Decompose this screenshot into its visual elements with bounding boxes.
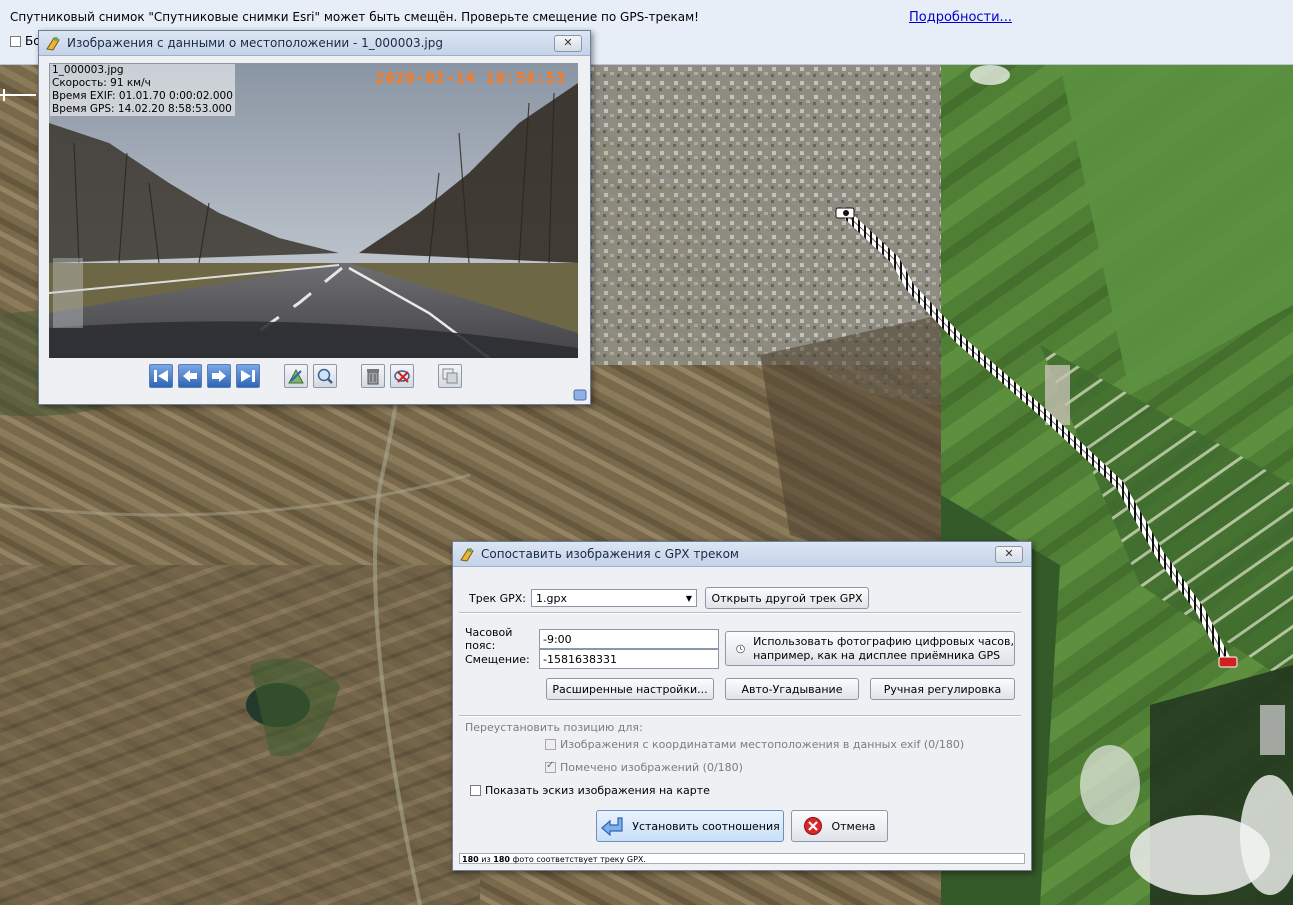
dashcam-timestamp: 2020-02-14 10:58:53 <box>375 69 566 87</box>
arrow-left-icon <box>183 370 197 382</box>
dialog-close-button[interactable]: ✕ <box>995 546 1023 563</box>
notice-dont-show-checkbox[interactable]: Бо <box>10 34 41 48</box>
apply-correlation-button[interactable]: Установить соотношения <box>596 810 784 842</box>
info-filename: 1_000003.jpg <box>52 64 124 76</box>
dialog-title: Сопоставить изображения с GPX треком <box>481 547 739 561</box>
notice-message: Спутниковый снимок "Спутниковые снимки E… <box>10 10 699 24</box>
collapse-button[interactable] <box>438 364 462 388</box>
details-link[interactable]: Подробности... <box>909 10 1012 25</box>
info-gps-time: Время GPS: 14.02.20 8:58:53.000 <box>52 103 232 115</box>
dialog-titlebar[interactable]: Сопоставить изображения с GPX треком ✕ <box>453 542 1031 567</box>
geotagged-image-window[interactable]: Изображения с данными о местоположении -… <box>38 30 591 405</box>
info-speed: Скорость: 91 км/ч <box>52 77 151 89</box>
viewer-close-button[interactable]: ✕ <box>554 35 582 52</box>
status-matched-count: 180 <box>462 855 479 864</box>
cancel-button[interactable]: Отмена <box>791 810 888 842</box>
status-total-count: 180 <box>493 855 510 864</box>
dashcam-photo: 1_000003.jpg Скорость: 91 км/ч Время EXI… <box>49 63 578 358</box>
checkbox-box[interactable] <box>10 35 21 47</box>
advanced-settings-button[interactable]: Расширенные настройки... <box>546 678 714 700</box>
offset-label: Смещение: <box>465 652 530 666</box>
josm-app-icon <box>46 37 60 51</box>
exif-coords-checkbox[interactable] <box>545 739 556 750</box>
gpx-track-label: Трек GPX: <box>469 591 527 605</box>
gpx-track-combo[interactable]: 1.gpx ▼ <box>531 589 697 607</box>
last-image-button[interactable] <box>236 364 260 388</box>
tagged-images-checkbox[interactable] <box>545 760 556 773</box>
first-image-button[interactable] <box>149 364 173 388</box>
resize-grip-icon[interactable] <box>573 387 587 401</box>
josm-app-icon <box>460 548 474 562</box>
status-separator: из <box>478 855 494 864</box>
viewer-titlebar[interactable]: Изображения с данными о местоположении -… <box>39 31 590 56</box>
remove-from-layer-button[interactable] <box>390 364 414 388</box>
first-icon <box>154 370 168 382</box>
tagged-images-label: Помечено изображений (0/180) <box>560 761 743 774</box>
status-bar: 180 из 180 фото соответствует треку GPX. <box>459 853 1025 864</box>
reposition-label: Переустановить позицию для: <box>465 721 643 734</box>
show-thumbnail-checkbox[interactable] <box>470 785 481 796</box>
exif-coords-label: Изображения с координатами местоположени… <box>560 738 965 751</box>
info-exif-time: Время EXIF: 01.01.70 0:00:02.000 <box>52 90 233 102</box>
previous-image-button[interactable] <box>178 364 202 388</box>
track-end-marker <box>1218 656 1238 668</box>
chevron-down-icon: ▼ <box>685 593 692 603</box>
next-image-button[interactable] <box>207 364 231 388</box>
magnifier-icon <box>317 368 333 384</box>
center-map-icon <box>288 368 304 384</box>
correlate-gpx-dialog[interactable]: Сопоставить изображения с GPX треком ✕ Т… <box>452 541 1032 871</box>
open-other-gpx-button[interactable]: Открыть другой трек GPX <box>705 587 869 609</box>
delete-image-button[interactable] <box>361 364 385 388</box>
clock-icon <box>736 644 745 653</box>
arrow-right-icon <box>212 370 226 382</box>
remove-icon <box>394 370 410 383</box>
offset-input[interactable] <box>539 649 719 669</box>
apply-correlation-label: Установить соотношения <box>632 819 780 833</box>
cancel-label: Отмена <box>831 819 876 833</box>
apply-arrow-icon <box>601 817 623 836</box>
last-icon <box>241 370 255 382</box>
viewer-title: Изображения с данными о местоположении -… <box>67 36 443 50</box>
show-thumbnail-label: Показать эскиз изображения на карте <box>485 784 710 797</box>
viewer-toolbar <box>149 364 462 388</box>
status-text: фото соответствует треку GPX. <box>509 855 646 864</box>
zoom-button[interactable] <box>313 364 337 388</box>
trash-icon <box>367 369 379 385</box>
auto-guess-button[interactable]: Авто-Угадывание <box>725 678 859 700</box>
timezone-input[interactable] <box>539 629 719 649</box>
gpx-track-value: 1.gpx <box>536 591 567 605</box>
collapse-icon <box>442 368 458 384</box>
manual-adjust-button[interactable]: Ручная регулировка <box>870 678 1015 700</box>
center-view-button[interactable] <box>284 364 308 388</box>
cancel-icon <box>804 817 823 835</box>
use-photo-clock-button[interactable]: Использовать фотографию цифровых часов, … <box>725 631 1015 666</box>
photo-info-overlay: 1_000003.jpg Скорость: 91 км/ч Время EXI… <box>50 64 235 116</box>
use-photo-clock-line2: например, как на дисплее приёмника GPS <box>753 648 1001 662</box>
use-photo-clock-line1: Использовать фотографию цифровых часов, <box>753 634 1014 648</box>
